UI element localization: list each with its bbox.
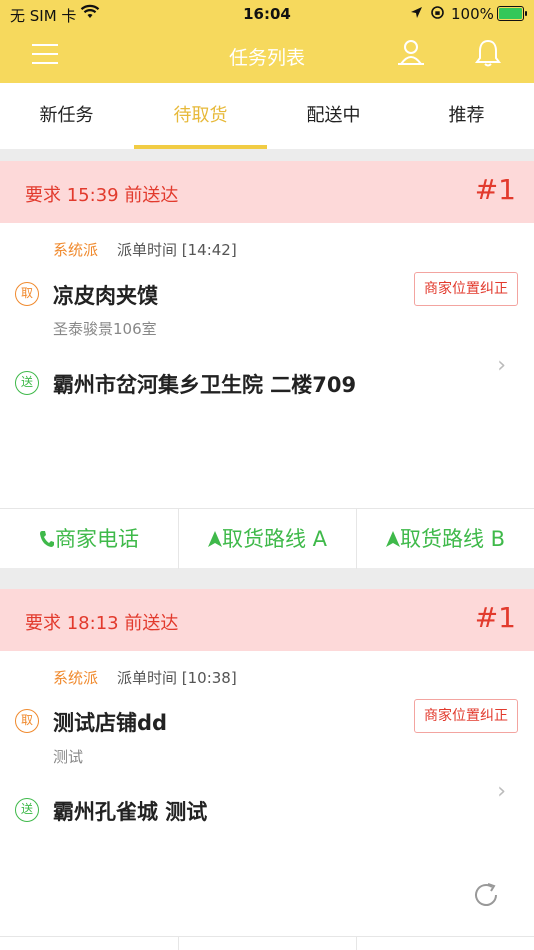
dispatch-source: 系统派 bbox=[53, 669, 99, 687]
deadline-banner: 要求 15:39 前送达 #1 bbox=[0, 161, 534, 223]
delivery-badge: 送 bbox=[15, 371, 39, 395]
shop-address: 圣泰骏景106室 bbox=[53, 320, 157, 338]
dispatch-time: 派单时间 [10:38] bbox=[117, 669, 237, 687]
pickup-route-b-button[interactable]: 取货路线 B bbox=[357, 509, 534, 569]
pickup-route-a-label: 取货路线 A bbox=[221, 527, 328, 551]
destination-address: 霸州孔雀城 测试 bbox=[53, 800, 208, 824]
refresh-icon[interactable] bbox=[470, 879, 502, 911]
rider-location-icon[interactable] bbox=[396, 38, 426, 68]
chevron-right-icon[interactable]: › bbox=[497, 779, 506, 804]
shop-address: 测试 bbox=[53, 748, 84, 766]
navigate-arrow-icon bbox=[207, 531, 222, 547]
call-merchant-button[interactable]: 商家电话 bbox=[0, 509, 178, 569]
pickup-route-a-button[interactable]: 取货路线 A bbox=[179, 509, 356, 569]
tab-recommended[interactable]: 推荐 bbox=[400, 83, 533, 149]
shop-name: 凉皮肉夹馍 bbox=[53, 284, 158, 308]
tab-new-tasks[interactable]: 新任务 bbox=[0, 83, 133, 149]
page-title: 任务列表 bbox=[228, 47, 305, 69]
order-number: #1 bbox=[474, 173, 516, 206]
battery-percent: 100% bbox=[451, 5, 494, 23]
tab-bar: 新任务 待取货 配送中 推荐 bbox=[0, 83, 534, 149]
shop-name: 测试店铺dd bbox=[53, 711, 168, 735]
call-merchant-label: 商家电话 bbox=[55, 527, 139, 551]
top-bar: 无 SIM 卡 16:04 100% 任务列表 bbox=[0, 0, 534, 83]
fix-merchant-location-button[interactable]: 商家位置纠正 bbox=[414, 272, 518, 306]
bell-icon[interactable] bbox=[474, 38, 502, 68]
action-bar bbox=[0, 936, 534, 950]
order-card: 要求 18:13 前送达 #1 系统派 派单时间 [10:38] 取 测试店铺d… bbox=[0, 589, 534, 950]
phone-icon bbox=[40, 531, 54, 547]
battery-icon bbox=[497, 6, 527, 21]
deadline-text: 要求 15:39 前送达 bbox=[25, 185, 179, 206]
divider bbox=[356, 937, 357, 950]
order-card: 要求 15:39 前送达 #1 系统派 派单时间 [14:42] 取 凉皮肉夹馍… bbox=[0, 161, 534, 569]
deadline-banner: 要求 18:13 前送达 #1 bbox=[0, 589, 534, 651]
pickup-badge: 取 bbox=[15, 282, 39, 306]
fix-merchant-location-button[interactable]: 商家位置纠正 bbox=[414, 699, 518, 733]
tab-awaiting-pickup[interactable]: 待取货 bbox=[134, 83, 267, 149]
pickup-badge: 取 bbox=[15, 709, 39, 733]
active-tab-indicator bbox=[134, 145, 267, 149]
location-arrow-icon bbox=[411, 7, 422, 18]
tab-delivering[interactable]: 配送中 bbox=[267, 83, 400, 149]
dispatch-time: 派单时间 [14:42] bbox=[117, 241, 237, 259]
delivery-badge: 送 bbox=[15, 798, 39, 822]
action-bar: 商家电话 取货路线 A 取货路线 B bbox=[0, 508, 534, 569]
navigate-arrow-icon bbox=[385, 531, 400, 547]
dispatch-source: 系统派 bbox=[53, 241, 99, 259]
pickup-route-b-label: 取货路线 B bbox=[399, 527, 506, 551]
status-bar: 无 SIM 卡 16:04 100% bbox=[0, 0, 534, 28]
destination-address: 霸州市岔河集乡卫生院 二楼709 bbox=[53, 373, 357, 397]
deadline-text: 要求 18:13 前送达 bbox=[25, 613, 179, 634]
orientation-lock-icon bbox=[431, 6, 444, 19]
order-number: #1 bbox=[474, 601, 516, 634]
chevron-right-icon[interactable]: › bbox=[497, 353, 506, 378]
divider bbox=[178, 937, 179, 950]
